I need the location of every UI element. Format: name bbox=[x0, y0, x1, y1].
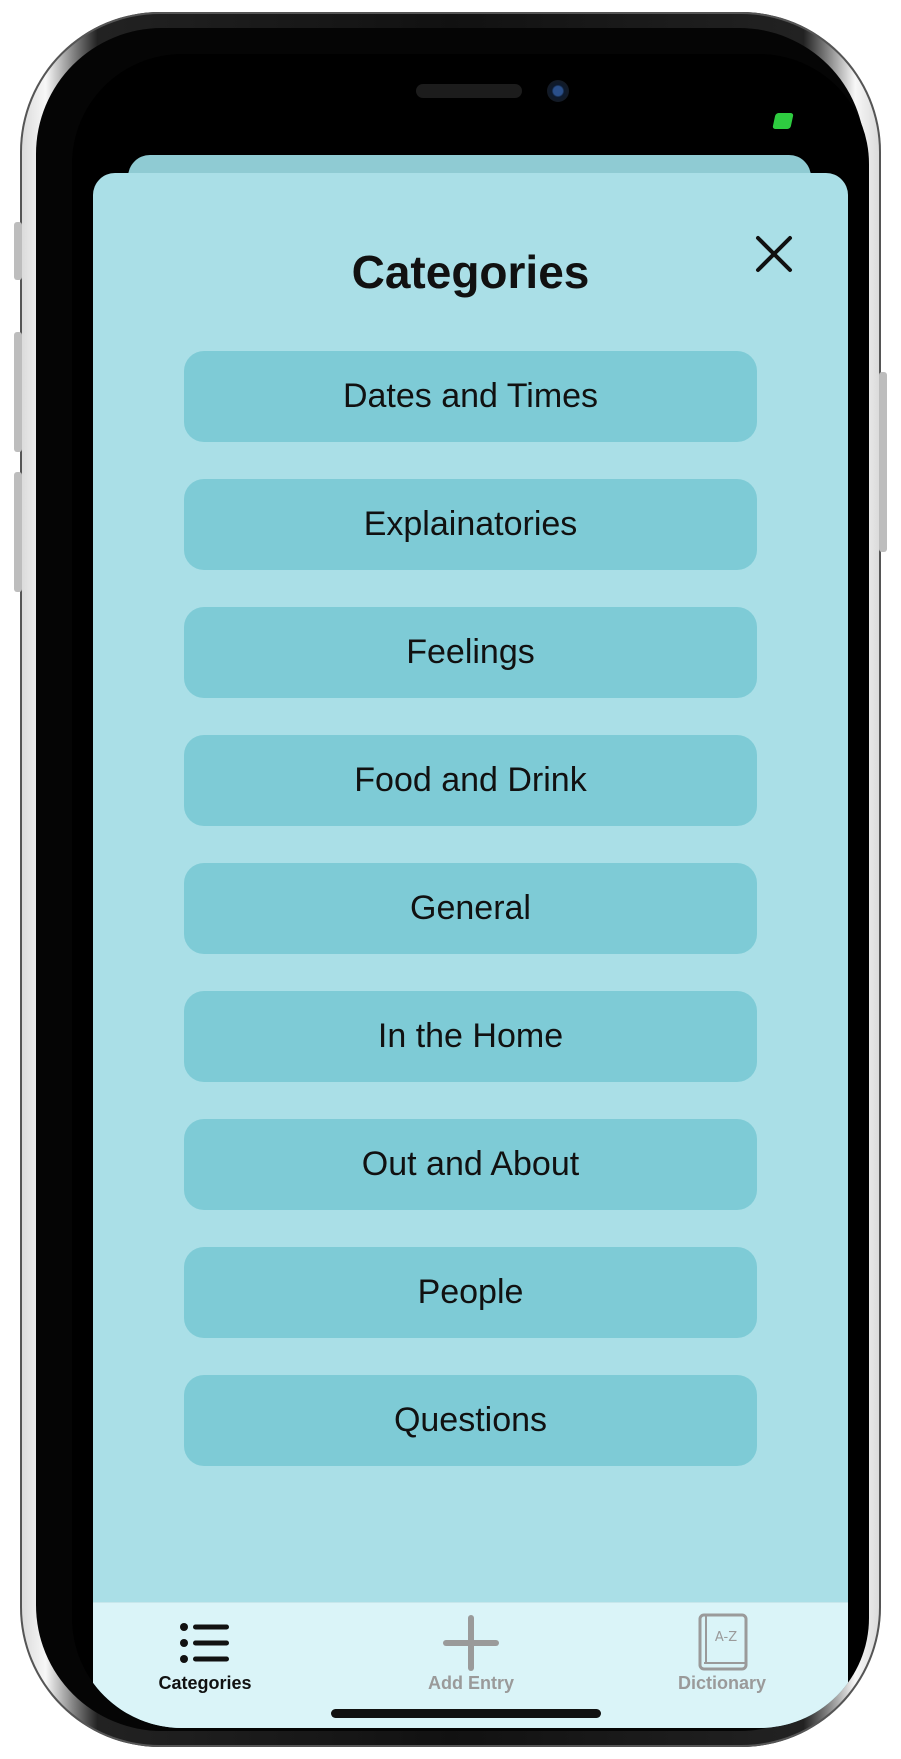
front-camera bbox=[547, 80, 569, 102]
earpiece-speaker bbox=[416, 84, 522, 98]
phone-screen: Categories Dates and Times Explainatorie… bbox=[72, 54, 869, 1728]
tab-categories[interactable]: Categories bbox=[105, 1603, 305, 1703]
category-button-people[interactable]: People bbox=[184, 1247, 757, 1338]
category-label: Food and Drink bbox=[354, 761, 587, 799]
category-label: In the Home bbox=[377, 1017, 564, 1055]
category-label: General bbox=[410, 889, 531, 927]
category-label: Explainatories bbox=[363, 505, 578, 543]
category-label: Out and About bbox=[361, 1145, 580, 1183]
category-button-food-and-drink[interactable]: Food and Drink bbox=[184, 735, 757, 826]
category-button-feelings[interactable]: Feelings bbox=[184, 607, 757, 698]
tab-dictionary[interactable]: A-Z Dictionary bbox=[622, 1603, 822, 1703]
list-icon bbox=[180, 1623, 229, 1663]
mute-switch bbox=[14, 222, 22, 280]
page-title: Categories bbox=[351, 246, 590, 298]
category-label: Dates and Times bbox=[342, 377, 599, 415]
category-label: Feelings bbox=[406, 633, 535, 671]
categories-sheet: Categories Dates and Times Explainatorie… bbox=[93, 173, 848, 1728]
tab-label: Dictionary bbox=[677, 1673, 767, 1693]
category-button-out-and-about[interactable]: Out and About bbox=[184, 1119, 757, 1210]
plus-icon bbox=[443, 1615, 499, 1671]
category-button-explainatories[interactable]: Explainatories bbox=[184, 479, 757, 570]
category-button-questions[interactable]: Questions bbox=[184, 1375, 757, 1466]
category-label: People bbox=[417, 1273, 524, 1311]
volume-up-button bbox=[14, 332, 22, 452]
phone-frame: Categories Dates and Times Explainatorie… bbox=[14, 12, 887, 1747]
volume-down-button bbox=[14, 472, 22, 592]
dictionary-icon: A-Z bbox=[698, 1613, 748, 1671]
tab-label: Add Entry bbox=[427, 1673, 514, 1693]
dictionary-icon-text: A-Z bbox=[715, 1630, 737, 1645]
category-button-dates-and-times[interactable]: Dates and Times bbox=[184, 351, 757, 442]
battery-icon bbox=[772, 113, 794, 129]
close-button[interactable] bbox=[748, 228, 800, 280]
category-list: Dates and Times Explainatories Feelings … bbox=[184, 351, 757, 1466]
category-button-general[interactable]: General bbox=[184, 863, 757, 954]
tab-label: Categories bbox=[158, 1673, 252, 1693]
category-label: Questions bbox=[393, 1401, 548, 1439]
tab-add-entry[interactable]: Add Entry bbox=[371, 1603, 571, 1703]
category-button-in-the-home[interactable]: In the Home bbox=[184, 991, 757, 1082]
power-button bbox=[879, 372, 887, 552]
home-indicator bbox=[331, 1709, 601, 1718]
close-icon bbox=[756, 236, 792, 272]
